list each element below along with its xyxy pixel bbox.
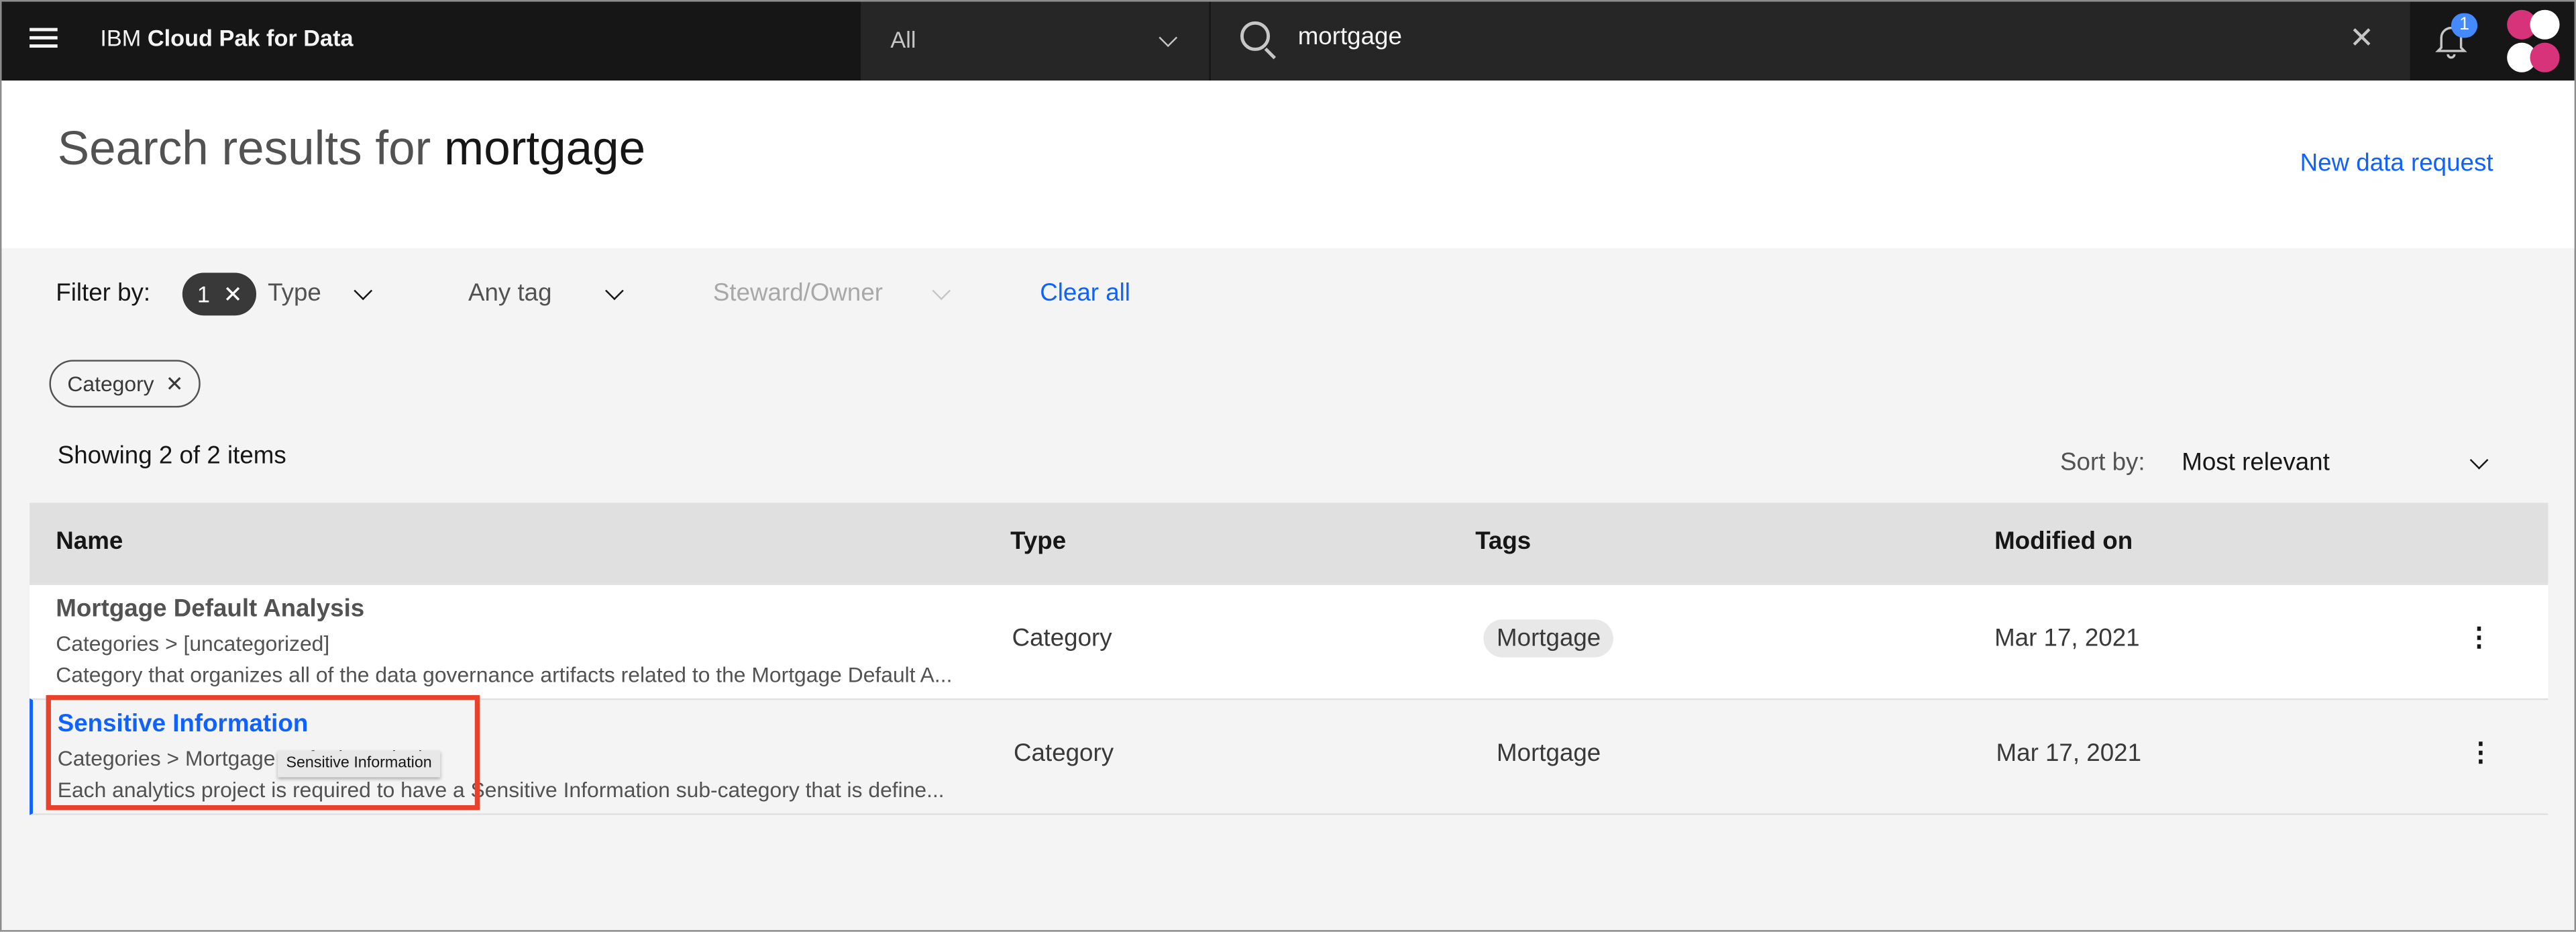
row-modified: Mar 17, 2021 xyxy=(1996,739,2142,768)
filter-label: Filter by: xyxy=(56,279,151,307)
column-header-type[interactable]: Type xyxy=(1010,527,1066,556)
clear-all-link[interactable]: Clear all xyxy=(1040,279,1130,307)
results-summary: Showing 2 of 2 items xyxy=(57,442,286,470)
column-header-modified[interactable]: Modified on xyxy=(1994,527,2133,556)
page-header: Search results for mortgage New data req… xyxy=(1,81,2575,248)
brand-prefix: IBM xyxy=(100,24,142,51)
type-filter-dropdown[interactable]: Type xyxy=(268,279,321,307)
menu-icon[interactable] xyxy=(30,28,58,51)
filter-count: 1 xyxy=(197,280,210,307)
title-query: mortgage xyxy=(444,123,646,176)
search-value[interactable]: mortgage xyxy=(1298,23,1402,51)
close-icon[interactable]: ✕ xyxy=(166,371,184,396)
type-filter-count-pill[interactable]: 1 ✕ xyxy=(182,272,257,316)
search-scope-dropdown[interactable]: All xyxy=(861,1,1210,81)
row-modified: Mar 17, 2021 xyxy=(1994,624,2140,653)
column-header-name[interactable]: Name xyxy=(56,527,123,556)
app-window: IBM Cloud Pak for Data All mortgage ✕ 1 … xyxy=(0,0,2576,932)
new-data-request-link[interactable]: New data request xyxy=(2300,150,2493,178)
sort-dropdown[interactable]: Most relevant xyxy=(2182,449,2330,477)
notifications-button[interactable]: 1 xyxy=(2412,1,2493,81)
row-description: Category that organizes all of the data … xyxy=(56,662,953,687)
chevron-down-icon xyxy=(932,281,951,301)
chevron-down-icon xyxy=(1159,28,1178,48)
row-name-link[interactable]: Mortgage Default Analysis xyxy=(56,595,364,623)
brand-name: Cloud Pak for Data xyxy=(147,24,354,51)
brand[interactable]: IBM Cloud Pak for Data xyxy=(100,25,353,51)
close-icon[interactable]: ✕ xyxy=(2349,21,2374,56)
highlight-box xyxy=(46,694,480,811)
chevron-down-icon xyxy=(605,281,624,301)
tag-filter-dropdown[interactable]: Any tag xyxy=(468,279,552,307)
notification-badge: 1 xyxy=(2451,13,2478,38)
sort-label: Sort by: xyxy=(2060,448,2145,477)
page-title: Search results for mortgage xyxy=(58,123,645,178)
overflow-menu-icon[interactable]: ⋮ xyxy=(2466,621,2492,654)
avatar[interactable] xyxy=(2502,8,2565,74)
search-icon xyxy=(1240,21,1271,51)
row-type: Category xyxy=(1012,624,1112,653)
table-header: Name Type Tags Modified on xyxy=(30,503,2548,584)
row-tag: Mortgage xyxy=(1483,619,1614,658)
table-row[interactable]: Mortgage Default Analysis Categories > [… xyxy=(30,583,2548,698)
row-tag: Mortgage xyxy=(1497,739,1601,768)
search-input[interactable]: mortgage ✕ xyxy=(1210,1,2410,81)
overflow-menu-icon[interactable]: ⋮ xyxy=(2467,736,2493,769)
active-filter-tag[interactable]: Category ✕ xyxy=(49,360,201,408)
title-prefix: Search results for xyxy=(57,123,431,176)
steward-filter-dropdown[interactable]: Steward/Owner xyxy=(713,279,883,307)
close-icon[interactable]: ✕ xyxy=(223,281,243,307)
column-header-tags[interactable]: Tags xyxy=(1475,527,1531,556)
scope-value: All xyxy=(890,26,916,53)
row-path: Categories > [uncategorized] xyxy=(56,631,330,656)
chevron-down-icon xyxy=(2469,450,2489,470)
row-type: Category xyxy=(1014,739,1114,768)
chevron-down-icon xyxy=(354,281,373,301)
top-nav: IBM Cloud Pak for Data All mortgage ✕ 1 xyxy=(1,1,2575,81)
tag-label: Category xyxy=(67,371,154,397)
